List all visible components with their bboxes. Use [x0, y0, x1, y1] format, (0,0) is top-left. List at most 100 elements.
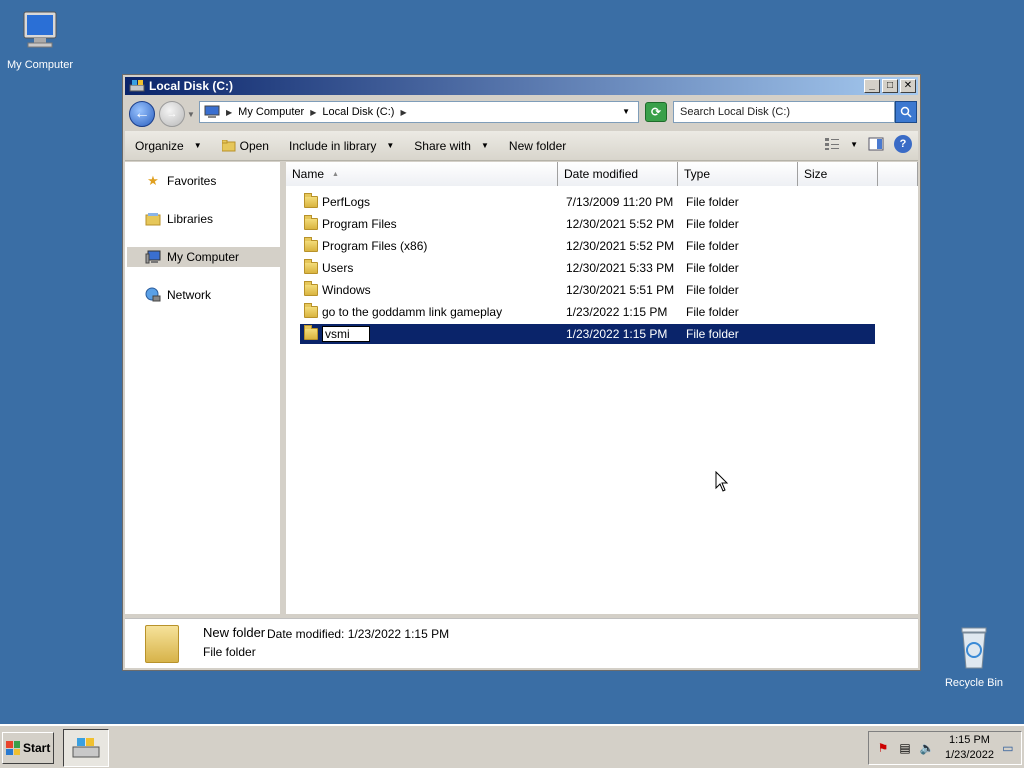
row-date: 7/13/2009 11:20 PM — [566, 195, 674, 209]
refresh-icon: ⟳ — [650, 105, 662, 119]
volume-icon[interactable]: 🔈 — [919, 740, 935, 756]
nav-label-libraries: Libraries — [167, 212, 214, 226]
window-titlebar[interactable]: Local Disk (C:) _ □ ✕ — [125, 77, 918, 95]
row-type: File folder — [686, 217, 739, 231]
table-row[interactable]: Windows 12/30/2021 5:51 PM File folder — [300, 280, 875, 300]
column-header-size[interactable]: Size — [798, 162, 878, 186]
row-type: File folder — [686, 195, 739, 209]
file-list: Name ▲ Date modified Type Size PerfLogs 7… — [286, 162, 918, 614]
system-tray: ⚑ ▤ 🔈 1:15 PM 1/23/2022 ▭ — [868, 731, 1022, 765]
row-type: File folder — [686, 305, 739, 319]
address-bar[interactable]: ▶ My Computer ▶ Local Disk (C:) ▶ ▼ — [199, 101, 639, 123]
action-center-flag-icon[interactable]: ⚑ — [875, 740, 891, 756]
column-header-date[interactable]: Date modified — [558, 162, 678, 186]
breadcrumb-separator[interactable]: ▶ — [310, 108, 316, 117]
breadcrumb-separator[interactable]: ▶ — [226, 108, 232, 117]
nav-item-favorites[interactable]: ★ Favorites — [127, 171, 283, 191]
maximize-button[interactable]: □ — [882, 79, 898, 93]
network-tray-icon[interactable]: ▤ — [897, 740, 913, 756]
nav-item-network[interactable]: Network — [127, 285, 283, 305]
breadcrumb-local-disk[interactable]: Local Disk (C:) — [322, 106, 394, 118]
recent-pages-dropdown[interactable]: ▼ — [187, 110, 195, 119]
nav-label-my-computer: My Computer — [167, 250, 240, 264]
desktop-label-recycle-bin: Recycle Bin — [944, 677, 1004, 689]
computer-small-icon — [204, 105, 220, 118]
search-input[interactable]: Search Local Disk (C:) — [673, 101, 895, 123]
clock-time: 1:15 PM — [948, 734, 990, 746]
clock-date: 1/23/2022 — [945, 749, 994, 761]
chevron-down-icon: ▼ — [193, 141, 202, 150]
column-header-name[interactable]: Name ▲ — [286, 162, 558, 186]
folder-icon — [304, 281, 318, 296]
table-row-selected[interactable]: vsmi 1/23/2022 1:15 PM File folder — [300, 324, 875, 344]
desktop-icon-recycle-bin[interactable]: Recycle Bin — [934, 624, 1014, 689]
column-header-name-label: Name — [292, 167, 325, 181]
nav-item-my-computer[interactable]: My Computer — [127, 247, 283, 267]
close-button[interactable]: ✕ — [900, 79, 916, 93]
computer-icon — [23, 11, 57, 48]
network-icon — [145, 287, 161, 302]
details-type: File folder — [203, 645, 256, 659]
column-header-type[interactable]: Type — [678, 162, 798, 186]
search-icon — [900, 106, 912, 118]
row-name: Windows — [322, 283, 371, 297]
column-header-size-label: Size — [804, 167, 828, 181]
navigation-pane: ★ Favorites Libraries My Computer Networ… — [125, 162, 283, 614]
chevron-down-icon: ▼ — [386, 141, 395, 150]
column-header-type-label: Type — [684, 167, 711, 181]
table-row[interactable]: Program Files (x86) 12/30/2021 5:52 PM F… — [300, 236, 875, 256]
back-arrow-icon: ← — [134, 105, 150, 122]
desktop-icon-my-computer[interactable]: My Computer — [0, 8, 80, 71]
open-button[interactable]: Open — [212, 131, 279, 160]
search-button[interactable] — [895, 101, 917, 123]
share-with-menu[interactable]: Share with ▼ — [404, 131, 499, 160]
row-type: File folder — [686, 327, 739, 341]
help-icon[interactable]: ? — [894, 135, 912, 153]
minimize-button[interactable]: _ — [864, 79, 880, 93]
row-date: 12/30/2021 5:51 PM — [566, 283, 675, 297]
include-in-library-menu[interactable]: Include in library ▼ — [279, 131, 404, 160]
rename-input[interactable]: vsmi — [322, 326, 370, 342]
nav-label-network: Network — [167, 288, 212, 302]
include-in-library-label: Include in library — [288, 138, 377, 153]
folder-icon — [304, 259, 318, 274]
breadcrumb-separator[interactable]: ▶ — [400, 108, 406, 117]
details-pane: New folder Date modified: 1/23/2022 1:15… — [125, 618, 918, 668]
new-folder-button[interactable]: New folder — [499, 131, 576, 160]
row-name: PerfLogs — [322, 195, 371, 209]
address-history-dropdown[interactable]: ▼ — [622, 107, 630, 116]
forward-button[interactable]: → — [159, 101, 185, 127]
folder-large-icon — [145, 625, 179, 663]
organize-menu[interactable]: Organize ▼ — [125, 131, 212, 160]
breadcrumb-my-computer[interactable]: My Computer — [238, 106, 304, 118]
organize-label: Organize — [135, 138, 184, 153]
back-button[interactable]: ← — [129, 101, 155, 127]
view-options-dropdown[interactable]: ▼ — [850, 140, 858, 149]
preview-pane-icon[interactable] — [868, 137, 884, 151]
refresh-button[interactable]: ⟳ — [645, 102, 667, 122]
folder-icon — [304, 193, 318, 208]
explorer-icon — [72, 738, 100, 758]
row-date: 12/30/2021 5:52 PM — [566, 217, 675, 231]
star-icon: ★ — [147, 173, 159, 188]
drive-icon — [129, 80, 145, 92]
mouse-cursor-icon — [715, 471, 729, 492]
table-row[interactable]: go to the goddamm link gameplay 1/23/202… — [300, 302, 875, 322]
show-desktop-icon[interactable]: ▭ — [1000, 740, 1016, 756]
start-button[interactable]: Start — [2, 732, 54, 764]
taskbar-explorer-button[interactable] — [63, 729, 109, 767]
share-with-label: Share with — [414, 138, 471, 153]
row-name: go to the goddamm link gameplay — [322, 305, 503, 319]
table-row[interactable]: Users 12/30/2021 5:33 PM File folder — [300, 258, 875, 278]
table-row[interactable]: PerfLogs 7/13/2009 11:20 PM File folder — [300, 192, 875, 212]
sort-ascending-icon: ▲ — [332, 170, 339, 178]
computer-icon — [145, 250, 161, 264]
nav-item-libraries[interactable]: Libraries — [127, 209, 283, 229]
view-options-icon[interactable] — [824, 137, 840, 151]
column-header-date-label: Date modified — [564, 167, 639, 181]
clock[interactable]: 1:15 PM 1/23/2022 — [945, 733, 994, 763]
desktop-label-my-computer: My Computer — [6, 59, 74, 71]
new-folder-label: New folder — [508, 138, 567, 153]
folder-open-icon — [221, 139, 236, 151]
table-row[interactable]: Program Files 12/30/2021 5:52 PM File fo… — [300, 214, 875, 234]
